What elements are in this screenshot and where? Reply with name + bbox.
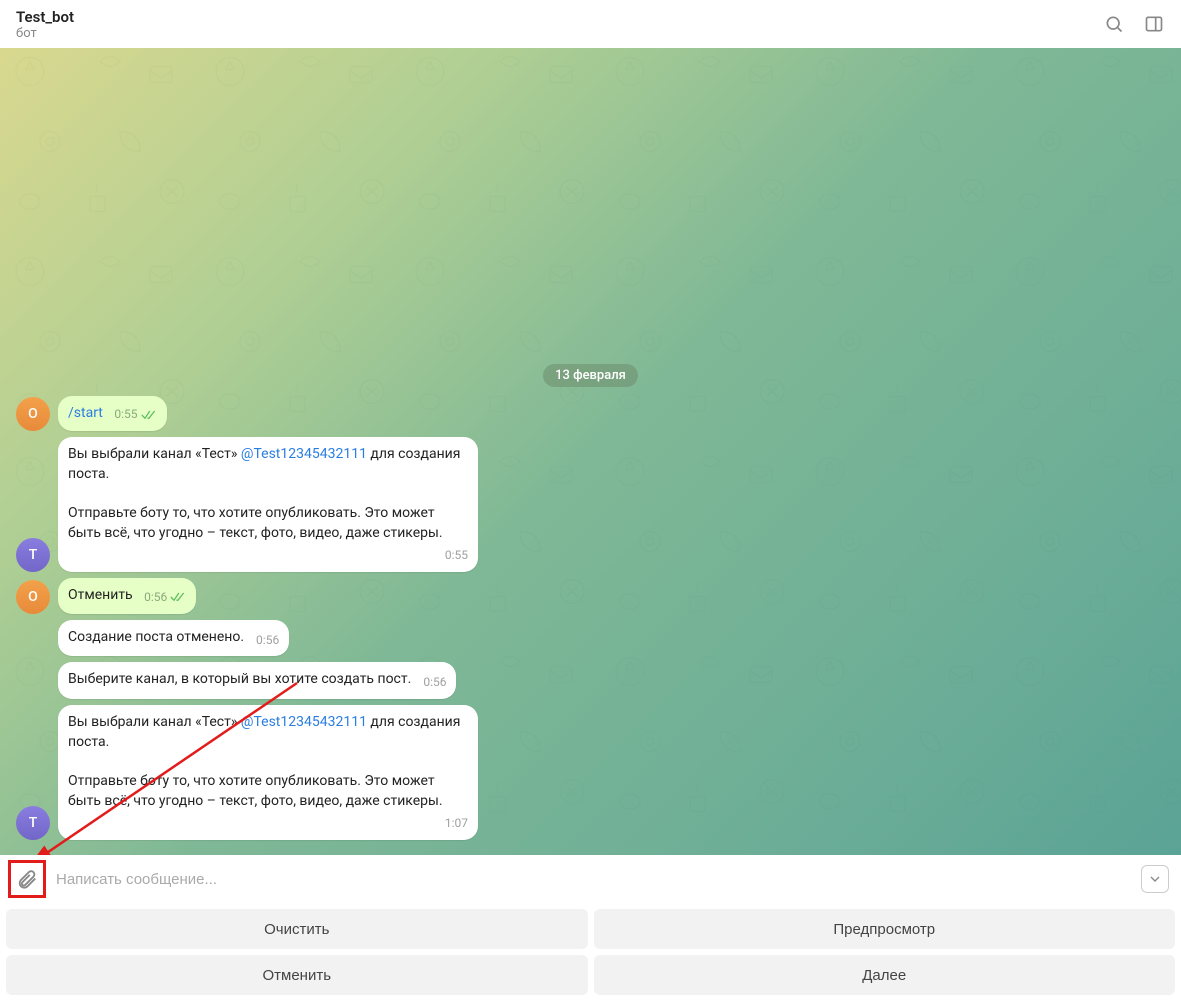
keyboard-button-preview[interactable]: Предпросмотр <box>594 909 1176 949</box>
message-row-outgoing: О Отменить 0:56 <box>16 578 1165 614</box>
message-time: 0:56 <box>423 674 446 691</box>
message-row-outgoing: О /start 0:55 <box>16 396 1165 432</box>
bot-avatar[interactable]: T <box>16 806 50 840</box>
reply-keyboard: Очистить Предпросмотр Отменить Далее <box>0 903 1181 1001</box>
message-time: 1:07 <box>445 815 468 832</box>
message-row-incoming: T Вы выбрали канал «Тест» @Test123454321… <box>16 437 1165 572</box>
compose-bar <box>0 855 1181 903</box>
message-bubble[interactable]: Отменить 0:56 <box>58 578 196 614</box>
date-separator: 13 февраля <box>543 364 638 387</box>
keyboard-button-clear[interactable]: Очистить <box>6 909 588 949</box>
message-text: Вы выбрали канал «Тест» <box>68 446 241 462</box>
sidebar-toggle-icon[interactable] <box>1143 13 1165 35</box>
keyboard-button-next[interactable]: Далее <box>594 955 1176 995</box>
header-info[interactable]: Test_bot бот <box>16 8 1103 41</box>
chat-subtitle: бот <box>16 26 1103 41</box>
command-text: /start <box>68 405 103 421</box>
read-checks-icon <box>141 409 157 421</box>
channel-mention[interactable]: @Test12345432111 <box>241 446 367 462</box>
channel-mention[interactable]: @Test12345432111 <box>241 714 367 730</box>
message-row-incoming: Создание поста отменено. 0:56 <box>16 620 1165 657</box>
message-time: 0:56 <box>256 632 279 649</box>
chat-area: 13 февраля О /start 0:55 T Вы выбрали ка… <box>0 48 1181 855</box>
message-bubble[interactable]: Выберите канал, в который вы хотите созд… <box>58 662 456 699</box>
message-text: Создание поста отменено. <box>68 629 244 645</box>
bot-avatar[interactable]: T <box>16 538 50 572</box>
message-text: Выберите канал, в который вы хотите созд… <box>68 671 411 687</box>
message-bubble[interactable]: Создание поста отменено. 0:56 <box>58 620 289 657</box>
emoji-picker-icon[interactable] <box>1141 865 1169 893</box>
message-time: 0:55 <box>114 406 137 423</box>
message-text: Вы выбрали канал «Тест» <box>68 714 241 730</box>
search-icon[interactable] <box>1103 13 1125 35</box>
user-avatar[interactable]: О <box>16 397 50 431</box>
message-bubble[interactable]: /start 0:55 <box>58 396 167 432</box>
message-text: Отменить <box>68 587 133 603</box>
message-text: Отправьте боту то, что хотите опубликова… <box>68 505 443 541</box>
message-text: Отправьте боту то, что хотите опубликова… <box>68 773 443 809</box>
keyboard-button-cancel[interactable]: Отменить <box>6 955 588 995</box>
message-input[interactable] <box>46 871 1141 888</box>
message-time: 0:55 <box>445 547 468 564</box>
user-avatar[interactable]: О <box>16 580 50 614</box>
message-bubble[interactable]: Вы выбрали канал «Тест» @Test12345432111… <box>58 705 478 840</box>
annotation-highlight-box <box>8 860 46 898</box>
message-bubble[interactable]: Вы выбрали канал «Тест» @Test12345432111… <box>58 437 478 572</box>
message-row-incoming: T Вы выбрали канал «Тест» @Test123454321… <box>16 705 1165 840</box>
chat-header: Test_bot бот <box>0 0 1181 48</box>
read-checks-icon <box>170 591 186 603</box>
message-row-incoming: Выберите канал, в который вы хотите созд… <box>16 662 1165 699</box>
chat-title: Test_bot <box>16 8 1103 26</box>
message-time: 0:56 <box>144 589 167 606</box>
attach-icon[interactable] <box>13 865 41 893</box>
